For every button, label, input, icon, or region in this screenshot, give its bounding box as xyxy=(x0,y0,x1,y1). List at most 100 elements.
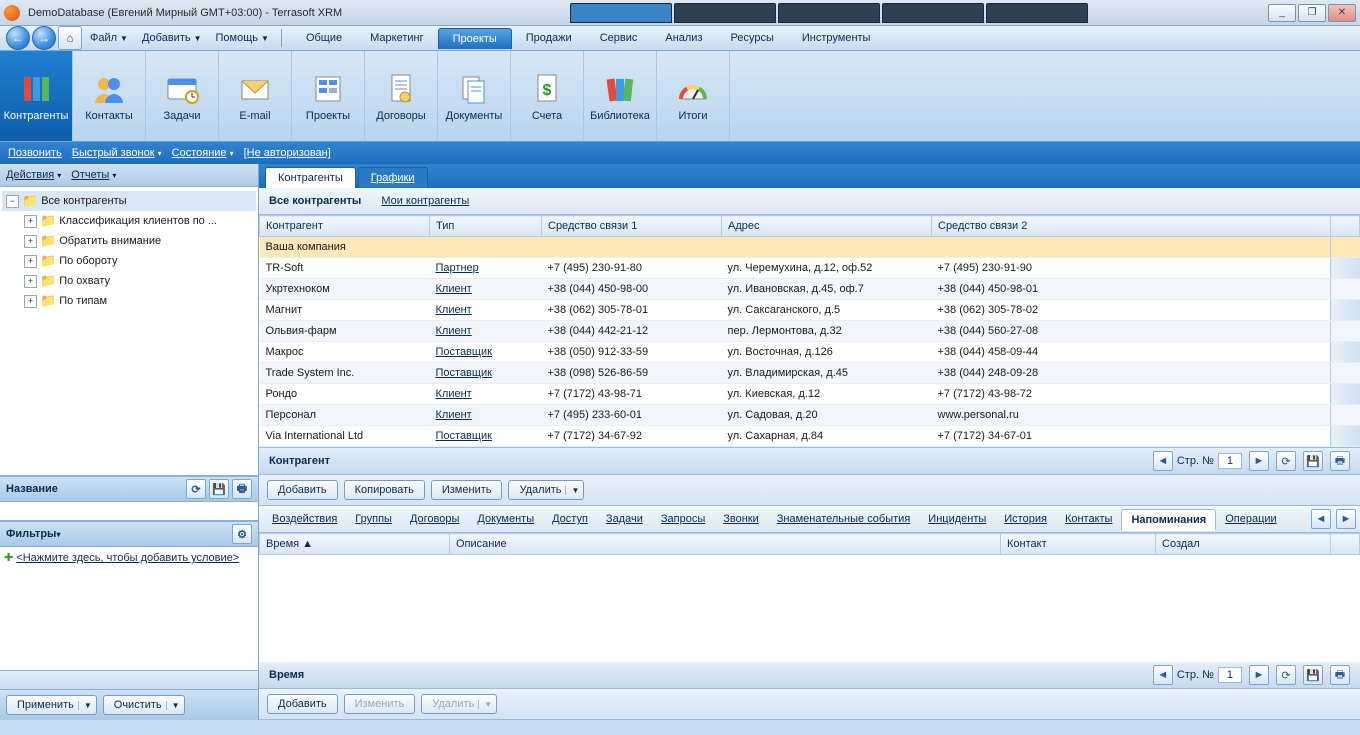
grid-column-header[interactable]: Тип xyxy=(430,216,542,237)
grid-column-header[interactable]: Средство связи 2 xyxy=(932,216,1331,237)
type-link[interactable]: Клиент xyxy=(436,388,472,400)
table-row[interactable]: Via International LtdПоставщик+7 (7172) … xyxy=(260,426,1360,447)
clear-button[interactable]: Очистить▼ xyxy=(103,695,185,715)
ribbon-tasks[interactable]: Задачи xyxy=(146,51,219,141)
copy-button[interactable]: Копировать xyxy=(344,480,425,500)
ribbon-email[interactable]: E-mail xyxy=(219,51,292,141)
tree-node[interactable]: +📁Обратить внимание xyxy=(2,231,256,251)
ribbon-counterparties[interactable]: Контрагенты xyxy=(0,51,73,141)
filters-section-header[interactable]: Фильтры ▾ ⚙ xyxy=(0,521,258,547)
ribbon-contracts[interactable]: Договоры xyxy=(365,51,438,141)
actions-menu[interactable]: Действия ▾ xyxy=(6,169,61,181)
print-button[interactable]: 🖶 xyxy=(232,479,252,499)
filter-all[interactable]: Все контрагенты xyxy=(269,195,361,207)
tab-counterparties[interactable]: Контрагенты xyxy=(265,167,356,188)
table-row[interactable]: ПерсоналКлиент+7 (495) 233-60-01ул. Садо… xyxy=(260,405,1360,426)
refresh-button[interactable]: ⟳ xyxy=(186,479,206,499)
grid-print-button[interactable]: 🖶 xyxy=(1330,451,1350,471)
section-tab-0[interactable]: Общие xyxy=(292,28,356,49)
type-link[interactable]: Поставщик xyxy=(436,367,492,379)
delete-button[interactable]: Удалить▼ xyxy=(508,480,584,500)
detail-tab[interactable]: Запросы xyxy=(652,509,714,529)
table-row[interactable]: Ольвия-фармКлиент+38 (044) 442-21-12пер.… xyxy=(260,321,1360,342)
menu-file[interactable]: Файл▼ xyxy=(84,29,134,47)
menu-help[interactable]: Помощь▼ xyxy=(210,29,275,47)
ribbon-dashboard[interactable]: Итоги xyxy=(657,51,730,141)
grid-refresh-button[interactable]: ⟳ xyxy=(1276,451,1296,471)
call-link[interactable]: Позвонить xyxy=(8,147,62,159)
quick-call-menu[interactable]: Быстрый звонок ▾ xyxy=(72,147,162,159)
window-maximize-button[interactable]: ❐ xyxy=(1298,4,1326,22)
expand-icon[interactable]: + xyxy=(24,215,37,228)
detail-tab[interactable]: Напоминания xyxy=(1121,509,1216,531)
expand-icon[interactable]: + xyxy=(24,275,37,288)
not-authorized-link[interactable]: [Не авторизован] xyxy=(244,147,331,159)
type-link[interactable]: Клиент xyxy=(436,325,472,337)
reports-menu[interactable]: Отчеты ▾ xyxy=(71,169,116,181)
detail-tab[interactable]: Контакты xyxy=(1056,509,1122,529)
detail-tab[interactable]: Договоры xyxy=(401,509,468,529)
table-row[interactable]: Ваша компания xyxy=(260,237,1360,258)
edit-button[interactable]: Изменить xyxy=(431,480,503,500)
expand-icon[interactable]: + xyxy=(24,255,37,268)
nav-forward-button[interactable]: → xyxy=(32,26,56,50)
detail-add-button[interactable]: Добавить xyxy=(267,694,338,714)
grid-column-header[interactable]: Адрес xyxy=(722,216,932,237)
table-row[interactable]: УкртехнокомКлиент+38 (044) 450-98-00ул. … xyxy=(260,279,1360,300)
tree-node[interactable]: +📁По типам xyxy=(2,291,256,311)
chevron-down-icon[interactable]: ▼ xyxy=(166,701,180,710)
grid-column-header[interactable]: Контрагент xyxy=(260,216,430,237)
tree-node[interactable]: +📁По обороту xyxy=(2,251,256,271)
detail-page-prev-button[interactable]: ◄ xyxy=(1153,665,1173,685)
tab-charts[interactable]: Графики xyxy=(358,167,428,188)
section-tab-2[interactable]: Проекты xyxy=(438,28,512,49)
section-tab-4[interactable]: Сервис xyxy=(586,28,652,49)
chevron-down-icon[interactable]: ▼ xyxy=(478,700,492,709)
section-tab-1[interactable]: Маркетинг xyxy=(356,28,437,49)
detail-col-contact[interactable]: Контакт xyxy=(1001,534,1156,555)
table-row[interactable]: Trade System Inc.Поставщик+38 (098) 526-… xyxy=(260,363,1360,384)
detail-save-button[interactable]: 💾 xyxy=(1303,665,1323,685)
apply-button[interactable]: Применить▼ xyxy=(6,695,97,715)
ribbon-contacts[interactable]: Контакты xyxy=(73,51,146,141)
detail-tab[interactable]: Группы xyxy=(346,509,401,529)
detail-tab[interactable]: Знаменательные события xyxy=(768,509,920,529)
type-link[interactable]: Клиент xyxy=(436,409,472,421)
expand-icon[interactable]: + xyxy=(24,235,37,248)
nav-back-button[interactable]: ← xyxy=(6,26,30,50)
type-link[interactable]: Поставщик xyxy=(436,346,492,358)
detail-tab[interactable]: Инциденты xyxy=(919,509,995,529)
state-menu[interactable]: Состояние ▾ xyxy=(172,147,234,159)
add-button[interactable]: Добавить xyxy=(267,480,338,500)
section-tab-3[interactable]: Продажи xyxy=(512,28,586,49)
detail-tab[interactable]: Документы xyxy=(468,509,543,529)
detail-tab[interactable]: Задачи xyxy=(597,509,652,529)
menu-add[interactable]: Добавить▼ xyxy=(136,29,208,47)
detail-edit-button[interactable]: Изменить xyxy=(344,694,416,714)
add-filter-plus-icon[interactable]: ✚ xyxy=(4,552,13,564)
type-link[interactable]: Клиент xyxy=(436,304,472,316)
detail-tab[interactable]: Операции xyxy=(1216,509,1285,529)
ribbon-projects[interactable]: Проекты xyxy=(292,51,365,141)
table-row[interactable]: TR-SoftПартнер+7 (495) 230-91-80ул. Чере… xyxy=(260,258,1360,279)
detail-scroll-up[interactable] xyxy=(1331,534,1360,555)
table-row[interactable]: РондоКлиент+7 (7172) 43-98-71ул. Киевска… xyxy=(260,384,1360,405)
ribbon-library[interactable]: Библиотека xyxy=(584,51,657,141)
detail-tab[interactable]: История xyxy=(995,509,1056,529)
filter-mine[interactable]: Мои контрагенты xyxy=(381,195,469,207)
ribbon-invoices[interactable]: $Счета xyxy=(511,51,584,141)
window-minimize-button[interactable]: _ xyxy=(1268,4,1296,22)
section-tab-6[interactable]: Ресурсы xyxy=(717,28,788,49)
detail-col-created[interactable]: Создал xyxy=(1156,534,1331,555)
nav-home-button[interactable]: ⌂ xyxy=(58,26,82,50)
table-row[interactable]: МагнитКлиент+38 (062) 305-78-01ул. Сакса… xyxy=(260,300,1360,321)
add-filter-link[interactable]: <Нажмите здесь, чтобы добавить условие> xyxy=(16,552,239,564)
detail-tabs-prev[interactable]: ◄ xyxy=(1311,509,1331,529)
detail-refresh-button[interactable]: ⟳ xyxy=(1276,665,1296,685)
detail-tab[interactable]: Воздействия xyxy=(263,509,346,529)
save-button[interactable]: 💾 xyxy=(209,479,229,499)
tree-node[interactable]: +📁Классификация клиентов по ... xyxy=(2,211,256,231)
grid-scroll-up[interactable] xyxy=(1331,216,1360,237)
type-link[interactable]: Клиент xyxy=(436,283,472,295)
detail-tab[interactable]: Звонки xyxy=(714,509,768,529)
